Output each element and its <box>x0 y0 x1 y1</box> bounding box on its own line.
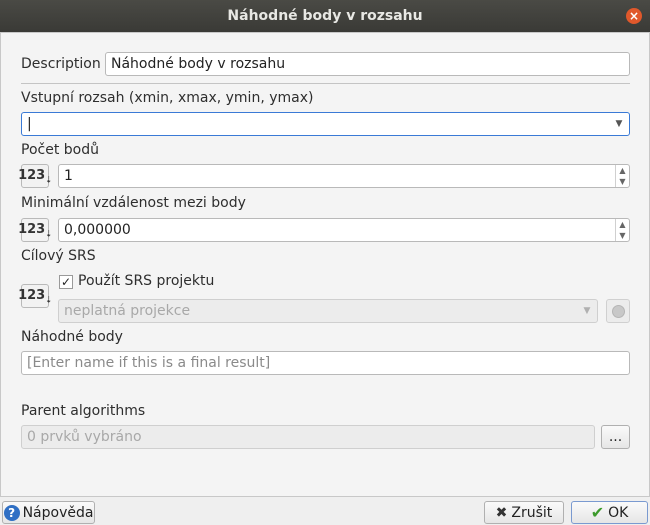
use-project-srs-label[interactable]: Použít SRS projektu <box>78 273 214 289</box>
globe-icon <box>611 304 625 318</box>
close-icon: × <box>628 9 640 23</box>
ok-check-icon: ✔ <box>590 503 605 522</box>
description-input[interactable]: Náhodné body v rozsahu <box>105 52 630 76</box>
target-srs-label: Cílový SRS <box>21 248 96 264</box>
parent-algorithms-label: Parent algorithms <box>21 403 146 419</box>
extent-label: Vstupní rozsah (xmin, xmax, ymin, ymax) <box>21 90 314 106</box>
numeric-icon: 123⇣ <box>18 287 52 305</box>
min-distance-value: 0,000000 <box>64 222 131 238</box>
dialog-content: Description Náhodné body v rozsahu Vstup… <box>0 32 650 497</box>
chevron-down-icon[interactable]: ▼ <box>577 300 597 322</box>
projection-value: neplatná projekce <box>64 303 191 319</box>
window-title: Náhodné body v rozsahu <box>227 8 423 24</box>
target-srs-data-defined-button[interactable]: 123⇣ <box>18 284 52 308</box>
point-count-data-defined-button[interactable]: 123⇣ <box>18 164 52 188</box>
help-icon: ? <box>3 504 20 521</box>
projection-combobox[interactable]: neplatná projekce ▼ <box>58 299 598 323</box>
output-label: Náhodné body <box>21 329 123 345</box>
min-distance-spinbox[interactable]: 0,000000 ▲ ▼ <box>58 218 630 242</box>
chevron-down-icon[interactable]: ▼ <box>609 113 629 135</box>
point-count-value: 1 <box>64 168 73 184</box>
output-placeholder: [Enter name if this is a final result] <box>27 355 271 371</box>
ok-button[interactable]: ✔ OK <box>571 501 648 524</box>
description-value: Náhodné body v rozsahu <box>111 56 286 72</box>
separator <box>21 83 630 84</box>
check-icon: ✓ <box>60 275 72 289</box>
description-label: Description <box>21 56 101 72</box>
cancel-icon: ✖ <box>495 504 508 521</box>
point-count-spinbox[interactable]: 1 ▲ ▼ <box>58 164 630 188</box>
help-button[interactable]: ? Nápověda <box>2 501 95 524</box>
numeric-icon: 123⇣ <box>18 167 52 185</box>
window-titlebar: Náhodné body v rozsahu × <box>0 0 650 32</box>
close-button[interactable]: × <box>626 8 642 24</box>
output-file-input[interactable]: [Enter name if this is a final result] <box>21 351 630 375</box>
use-project-srs-checkbox[interactable]: ✓ <box>59 275 73 289</box>
parent-algorithms-browse-button[interactable]: ... <box>601 425 630 449</box>
min-distance-label: Minimální vzdálenost mezi body <box>21 195 246 211</box>
select-crs-button[interactable] <box>606 299 630 323</box>
ok-button-label: OK <box>608 504 629 521</box>
spin-arrows-icon[interactable]: ▲ ▼ <box>615 219 629 241</box>
point-count-label: Počet bodů <box>21 142 99 158</box>
extent-value: | <box>27 116 32 132</box>
help-button-label: Nápověda <box>22 504 94 521</box>
spin-arrows-icon[interactable]: ▲ ▼ <box>615 165 629 187</box>
extent-combobox[interactable]: | ▼ <box>21 112 630 136</box>
numeric-icon: 123⇣ <box>18 221 52 239</box>
cancel-button-label: Zrušit <box>511 504 553 521</box>
parent-algorithms-field: 0 prvků vybráno <box>21 425 595 449</box>
parent-algorithms-value: 0 prvků vybráno <box>27 429 142 445</box>
cancel-button[interactable]: ✖ Zrušit <box>484 501 564 524</box>
min-distance-data-defined-button[interactable]: 123⇣ <box>18 218 52 242</box>
